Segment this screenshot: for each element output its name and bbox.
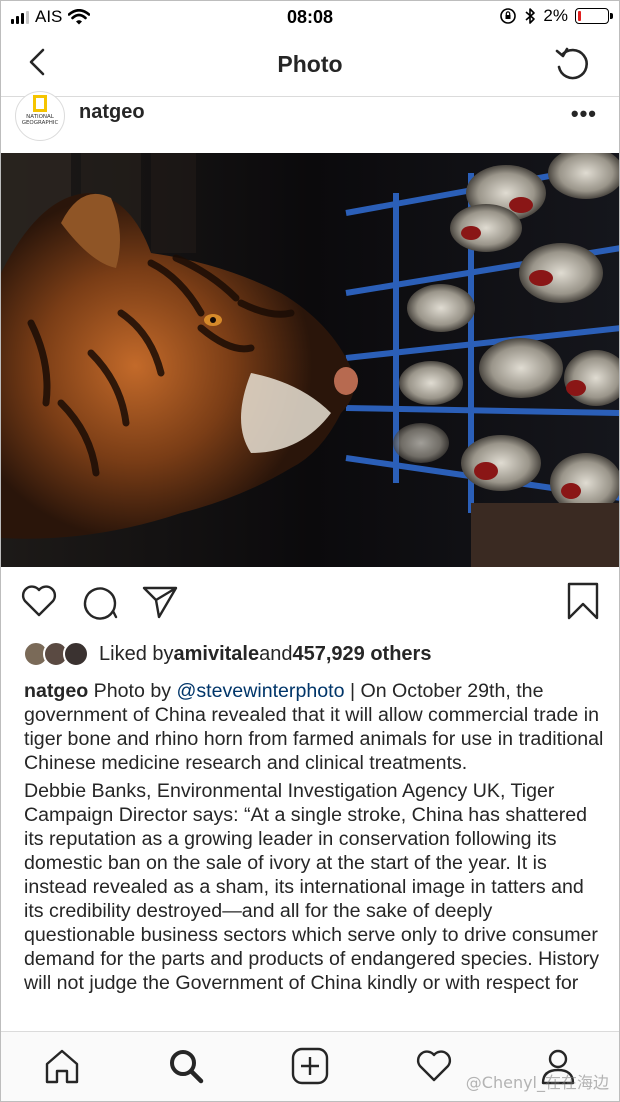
add-post-icon[interactable]	[290, 1046, 330, 1086]
app-screen: AIS 08:08 2% Photo NATIONAL GEOGRAPHIC n…	[0, 0, 620, 1102]
likes-summary[interactable]: Liked by amivitale and 457,929 others	[23, 641, 599, 667]
avatar-logo-text: NATIONAL GEOGRAPHIC	[21, 114, 59, 126]
nav-bar: Photo	[1, 33, 619, 97]
bluetooth-icon	[525, 8, 536, 24]
likes-middle: and	[259, 642, 293, 665]
tiger-photo-image	[1, 153, 619, 567]
caption-paragraph-1: natgeo Photo by @stevewinterphoto | On O…	[24, 679, 606, 775]
post-actions	[1, 581, 619, 625]
page-title: Photo	[277, 51, 343, 77]
more-options-icon[interactable]: •••	[571, 101, 597, 127]
caption-lead: Photo by	[88, 680, 177, 702]
caption-mention[interactable]: @stevewinterphoto	[176, 680, 344, 702]
likes-prefix: Liked by	[99, 642, 174, 665]
caption-paragraph-2: Debbie Banks, Environmental Investigatio…	[24, 780, 600, 994]
caption-username[interactable]: natgeo	[24, 680, 88, 702]
status-bar: AIS 08:08 2%	[1, 1, 619, 33]
battery-icon	[575, 8, 613, 24]
orientation-lock-icon	[500, 8, 517, 24]
post-header: NATIONAL GEOGRAPHIC natgeo •••	[1, 91, 619, 153]
watermark: @Chenyl_在在海边	[465, 1073, 609, 1092]
likes-count[interactable]: 457,929 others	[292, 643, 431, 666]
share-icon[interactable]	[140, 581, 180, 621]
like-heart-icon[interactable]	[19, 581, 59, 621]
refresh-icon[interactable]	[553, 45, 591, 83]
natgeo-logo	[33, 95, 47, 112]
post-caption: natgeo Photo by @stevewinterphoto | On O…	[24, 679, 606, 999]
likes-user[interactable]: amivitale	[174, 643, 260, 666]
search-icon[interactable]	[166, 1046, 206, 1086]
comment-icon[interactable]	[80, 581, 120, 621]
liker-avatars	[23, 641, 95, 667]
bookmark-icon[interactable]	[563, 581, 603, 621]
home-icon[interactable]	[42, 1046, 82, 1086]
heart-icon[interactable]	[414, 1046, 454, 1086]
avatar[interactable]: NATIONAL GEOGRAPHIC	[15, 91, 65, 141]
battery-percent: 2%	[543, 6, 568, 25]
post-photo[interactable]	[1, 153, 619, 567]
status-right: 2%	[499, 6, 613, 26]
post-username[interactable]: natgeo	[79, 101, 145, 124]
tab-bar: @Chenyl_在在海边	[1, 1031, 619, 1101]
